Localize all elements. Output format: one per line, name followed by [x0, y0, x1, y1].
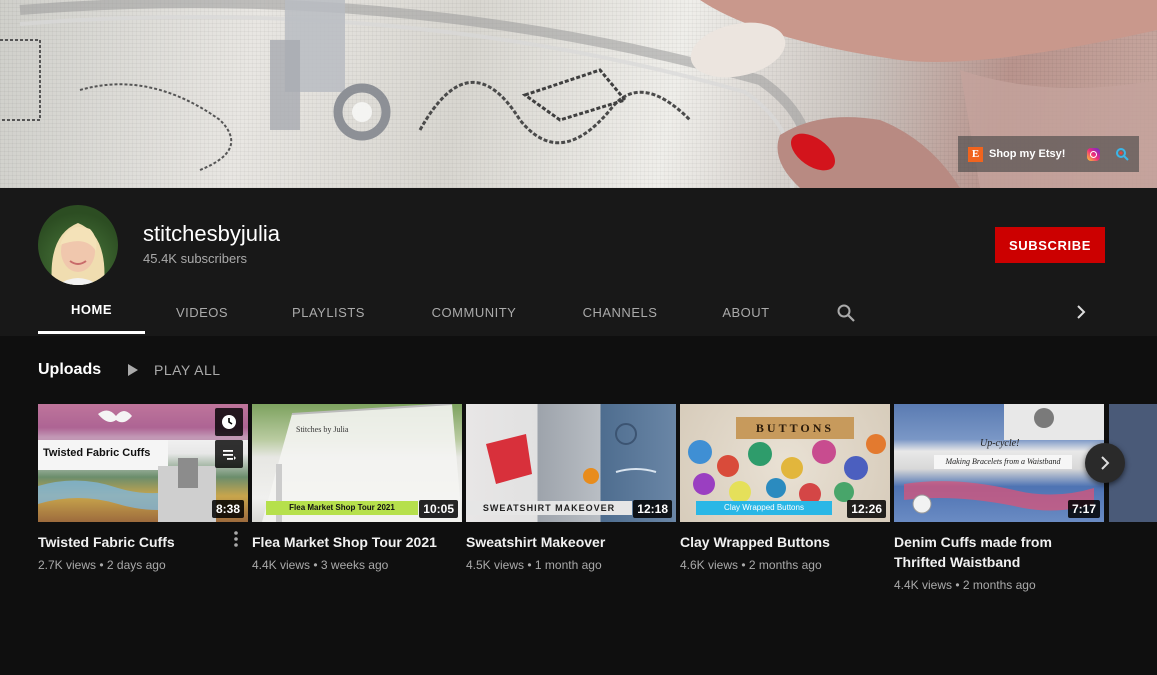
upload-age: 2 months ago [962, 578, 1036, 592]
upload-age: 1 month ago [534, 558, 602, 572]
view-count: 2.7K views [38, 558, 97, 572]
play-icon [128, 364, 138, 376]
video-title[interactable]: Clay Wrapped Buttons [680, 532, 870, 552]
video-metadata: 2.7K views • 2 days ago [38, 558, 248, 572]
video-card[interactable]: SWEATSHIRT MAKEOVER 12:18 Sweatshirt Mak… [466, 404, 676, 572]
play-all-button[interactable]: PLAY ALL [128, 360, 221, 380]
search-icon[interactable] [836, 303, 856, 323]
video-thumbnail[interactable]: Stitches by Julia Flea Market Shop Tour … [252, 404, 462, 522]
view-count: 4.4K views [894, 578, 953, 592]
thumbnail-caption-secondary: Stitches by Julia [296, 425, 349, 434]
chevron-right-icon[interactable] [1072, 303, 1090, 321]
upload-age: 2 days ago [106, 558, 166, 572]
thumbnail-caption-secondary: Up-cycle! [980, 438, 1020, 449]
etsy-link[interactable]: Shop my Etsy! [989, 148, 1065, 160]
video-duration: 10:05 [419, 500, 458, 518]
clock-icon [222, 415, 236, 429]
video-title[interactable]: Twisted Fabric Cuffs [38, 532, 228, 552]
tab-videos[interactable]: VIDEOS [160, 288, 244, 336]
meta-separator: • [99, 558, 104, 572]
subscribe-button[interactable]: SUBSCRIBE [995, 227, 1105, 263]
video-thumbnail[interactable]: SWEATSHIRT MAKEOVER 12:18 [466, 404, 676, 522]
thumbnail-caption: Twisted Fabric Cuffs [43, 447, 151, 459]
banner-links: E Shop my Etsy! [958, 136, 1139, 172]
video-thumbnail[interactable]: BUTTONS Clay Wrapped Buttons 12:26 [680, 404, 890, 522]
subscriber-count: 45.4K subscribers [143, 251, 248, 266]
thumbnail-caption: Flea Market Shop Tour 2021 [266, 501, 418, 515]
video-metadata: 4.6K views • 2 months ago [680, 558, 890, 572]
more-options-icon[interactable] [230, 529, 242, 549]
video-metadata: 4.4K views • 2 months ago [894, 578, 1104, 592]
tab-community[interactable]: COMMUNITY [414, 288, 534, 336]
tab-home[interactable]: HOME [38, 288, 145, 334]
chevron-right-icon [1101, 456, 1110, 470]
tab-playlists[interactable]: PLAYLISTS [276, 288, 381, 336]
video-card[interactable]: Twisted Fabric Cuffs 8:38 Twisted Fabric… [38, 404, 248, 572]
shelf-title[interactable]: Uploads [38, 361, 101, 379]
meta-separator: • [741, 558, 746, 572]
video-thumbnail[interactable]: Up-cycle! Making Bracelets from a Waistb… [894, 404, 1104, 522]
channel-header: stitchesbyjulia 45.4K subscribers SUBSCR… [0, 188, 1157, 336]
watch-later-button[interactable] [215, 408, 243, 436]
video-card[interactable]: Stitches by Julia Flea Market Shop Tour … [252, 404, 462, 572]
video-card[interactable]: BUTTONS Clay Wrapped Buttons 12:26 Clay … [680, 404, 890, 572]
meta-separator: • [527, 558, 532, 572]
meta-separator: • [955, 578, 960, 592]
queue-icon [223, 450, 236, 460]
shelf-next-button[interactable] [1085, 443, 1125, 483]
video-metadata: 4.5K views • 1 month ago [466, 558, 676, 572]
thumbnail-caption: Making Bracelets from a Waistband [934, 455, 1072, 469]
video-card[interactable]: Up-cycle! Making Bracelets from a Waistb… [894, 404, 1104, 592]
view-count: 4.5K views [466, 558, 525, 572]
video-metadata: 4.4K views • 3 weeks ago [252, 558, 462, 572]
play-all-label: PLAY ALL [154, 362, 221, 378]
tab-about[interactable]: ABOUT [708, 288, 784, 336]
video-thumbnail[interactable]: Twisted Fabric Cuffs 8:38 [38, 404, 248, 522]
video-title[interactable]: Flea Market Shop Tour 2021 [252, 532, 442, 552]
add-to-queue-button[interactable] [215, 440, 243, 468]
tab-channels[interactable]: CHANNELS [566, 288, 674, 336]
channel-avatar[interactable] [38, 205, 118, 285]
video-duration: 12:18 [633, 500, 672, 518]
channel-tabs: HOME VIDEOS PLAYLISTS COMMUNITY CHANNELS… [38, 288, 1108, 336]
pinterest-link-icon[interactable] [1115, 147, 1130, 161]
video-duration: 7:17 [1067, 500, 1100, 518]
view-count: 4.6K views [680, 558, 739, 572]
instagram-icon[interactable] [1087, 147, 1101, 161]
thumbnail-caption-secondary: BUTTONS [736, 417, 854, 439]
thumbnail-caption: SWEATSHIRT MAKEOVER [466, 501, 632, 515]
thumbnail-caption: Clay Wrapped Buttons [696, 501, 832, 515]
video-title[interactable]: Sweatshirt Makeover [466, 532, 656, 552]
meta-separator: • [313, 558, 318, 572]
view-count: 4.4K views [252, 558, 311, 572]
avatar-portrait-icon [51, 223, 105, 285]
video-duration: 8:38 [211, 500, 244, 518]
channel-name[interactable]: stitchesbyjulia [143, 221, 280, 247]
channel-banner: E Shop my Etsy! [0, 0, 1157, 188]
video-title[interactable]: Denim Cuffs made from Thrifted Waistband [894, 532, 1084, 572]
upload-age: 2 months ago [748, 558, 822, 572]
upload-age: 3 weeks ago [320, 558, 389, 572]
video-duration: 12:26 [847, 500, 886, 518]
etsy-icon[interactable]: E [968, 146, 983, 162]
